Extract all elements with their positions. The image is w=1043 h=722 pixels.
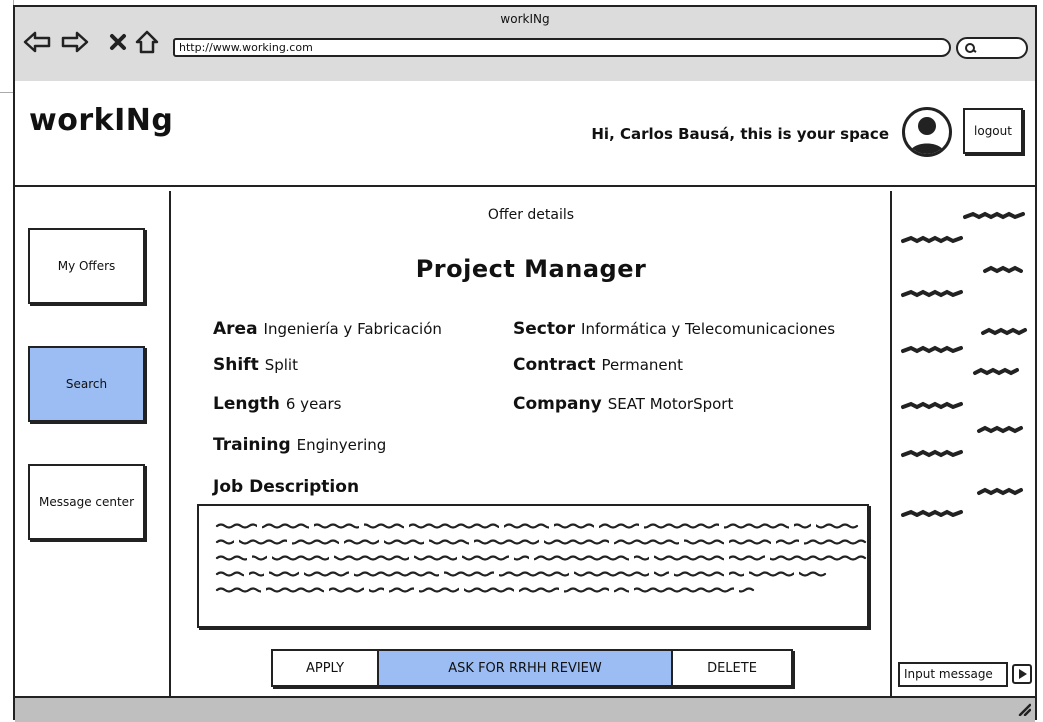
field-length: Length 6 years bbox=[213, 394, 341, 414]
field-sector: Sector Informática y Telecomunicaciones bbox=[513, 319, 835, 339]
job-title: Project Manager bbox=[415, 255, 647, 283]
sidebar-item-message-center[interactable]: Message center bbox=[28, 464, 145, 540]
field-training: Training Enginyering bbox=[213, 435, 386, 455]
field-label: Contract bbox=[513, 355, 596, 375]
forward-arrow-icon[interactable] bbox=[60, 27, 90, 57]
user-greeting: Hi, Carlos Bausá, this is your space bbox=[591, 125, 889, 143]
send-icon[interactable] bbox=[1012, 664, 1032, 684]
field-label: Shift bbox=[213, 355, 259, 375]
offer-actions: APPLY ASK FOR RRHH REVIEW DELETE bbox=[271, 649, 793, 687]
field-label: Company bbox=[513, 394, 602, 414]
window-title: workINg bbox=[500, 12, 550, 26]
field-value: 6 years bbox=[285, 395, 342, 413]
job-description-label: Job Description bbox=[213, 477, 360, 497]
field-label: Area bbox=[213, 319, 258, 339]
back-arrow-icon[interactable] bbox=[22, 27, 52, 57]
browser-chrome: workINg http://www.working.com bbox=[15, 7, 1035, 83]
field-label: Sector bbox=[513, 319, 576, 339]
logout-button[interactable]: logout bbox=[963, 108, 1023, 154]
browser-window: workINg http://www.working.com workINg H… bbox=[13, 5, 1037, 722]
field-contract: Contract Permanent bbox=[513, 355, 683, 375]
field-label: Length bbox=[213, 394, 280, 414]
user-avatar-icon[interactable] bbox=[902, 107, 952, 157]
close-icon[interactable] bbox=[103, 27, 133, 57]
field-value: Ingeniería y Fabricación bbox=[263, 320, 442, 338]
placeholder-scribble bbox=[215, 518, 867, 596]
field-value: Informática y Telecomunicaciones bbox=[581, 320, 836, 338]
field-value: Split bbox=[264, 356, 298, 374]
section-title: Offer details bbox=[487, 207, 575, 223]
ask-rrhh-review-button[interactable]: ASK FOR RRHH REVIEW bbox=[379, 651, 673, 685]
chat-messages-placeholder bbox=[901, 211, 1027, 517]
field-area: Area Ingeniería y Fabricación bbox=[213, 319, 442, 339]
resize-grip-icon[interactable] bbox=[1017, 702, 1032, 720]
sidebar-item-search[interactable]: Search bbox=[28, 346, 145, 422]
app-logo: workINg bbox=[29, 103, 174, 138]
delete-button[interactable]: DELETE bbox=[673, 651, 791, 685]
app-header: workINg Hi, Carlos Bausá, this is your s… bbox=[15, 81, 1035, 187]
address-bar[interactable]: http://www.working.com bbox=[173, 38, 951, 57]
job-description-box bbox=[197, 504, 869, 628]
field-value: Permanent bbox=[601, 356, 684, 374]
message-input[interactable]: Input message bbox=[898, 662, 1008, 687]
field-value: Enginyering bbox=[296, 436, 387, 454]
field-label: Training bbox=[213, 435, 291, 455]
home-icon[interactable] bbox=[132, 27, 162, 57]
background-window-edge bbox=[0, 0, 14, 93]
browser-search-field[interactable] bbox=[956, 37, 1028, 59]
search-icon bbox=[965, 43, 977, 53]
apply-button[interactable]: APPLY bbox=[273, 651, 379, 685]
sidebar-item-my-offers[interactable]: My Offers bbox=[28, 228, 145, 304]
field-value: SEAT MotorSport bbox=[607, 395, 734, 413]
field-shift: Shift Split bbox=[213, 355, 298, 375]
status-bar bbox=[15, 696, 1035, 722]
field-company: Company SEAT MotorSport bbox=[513, 394, 733, 414]
